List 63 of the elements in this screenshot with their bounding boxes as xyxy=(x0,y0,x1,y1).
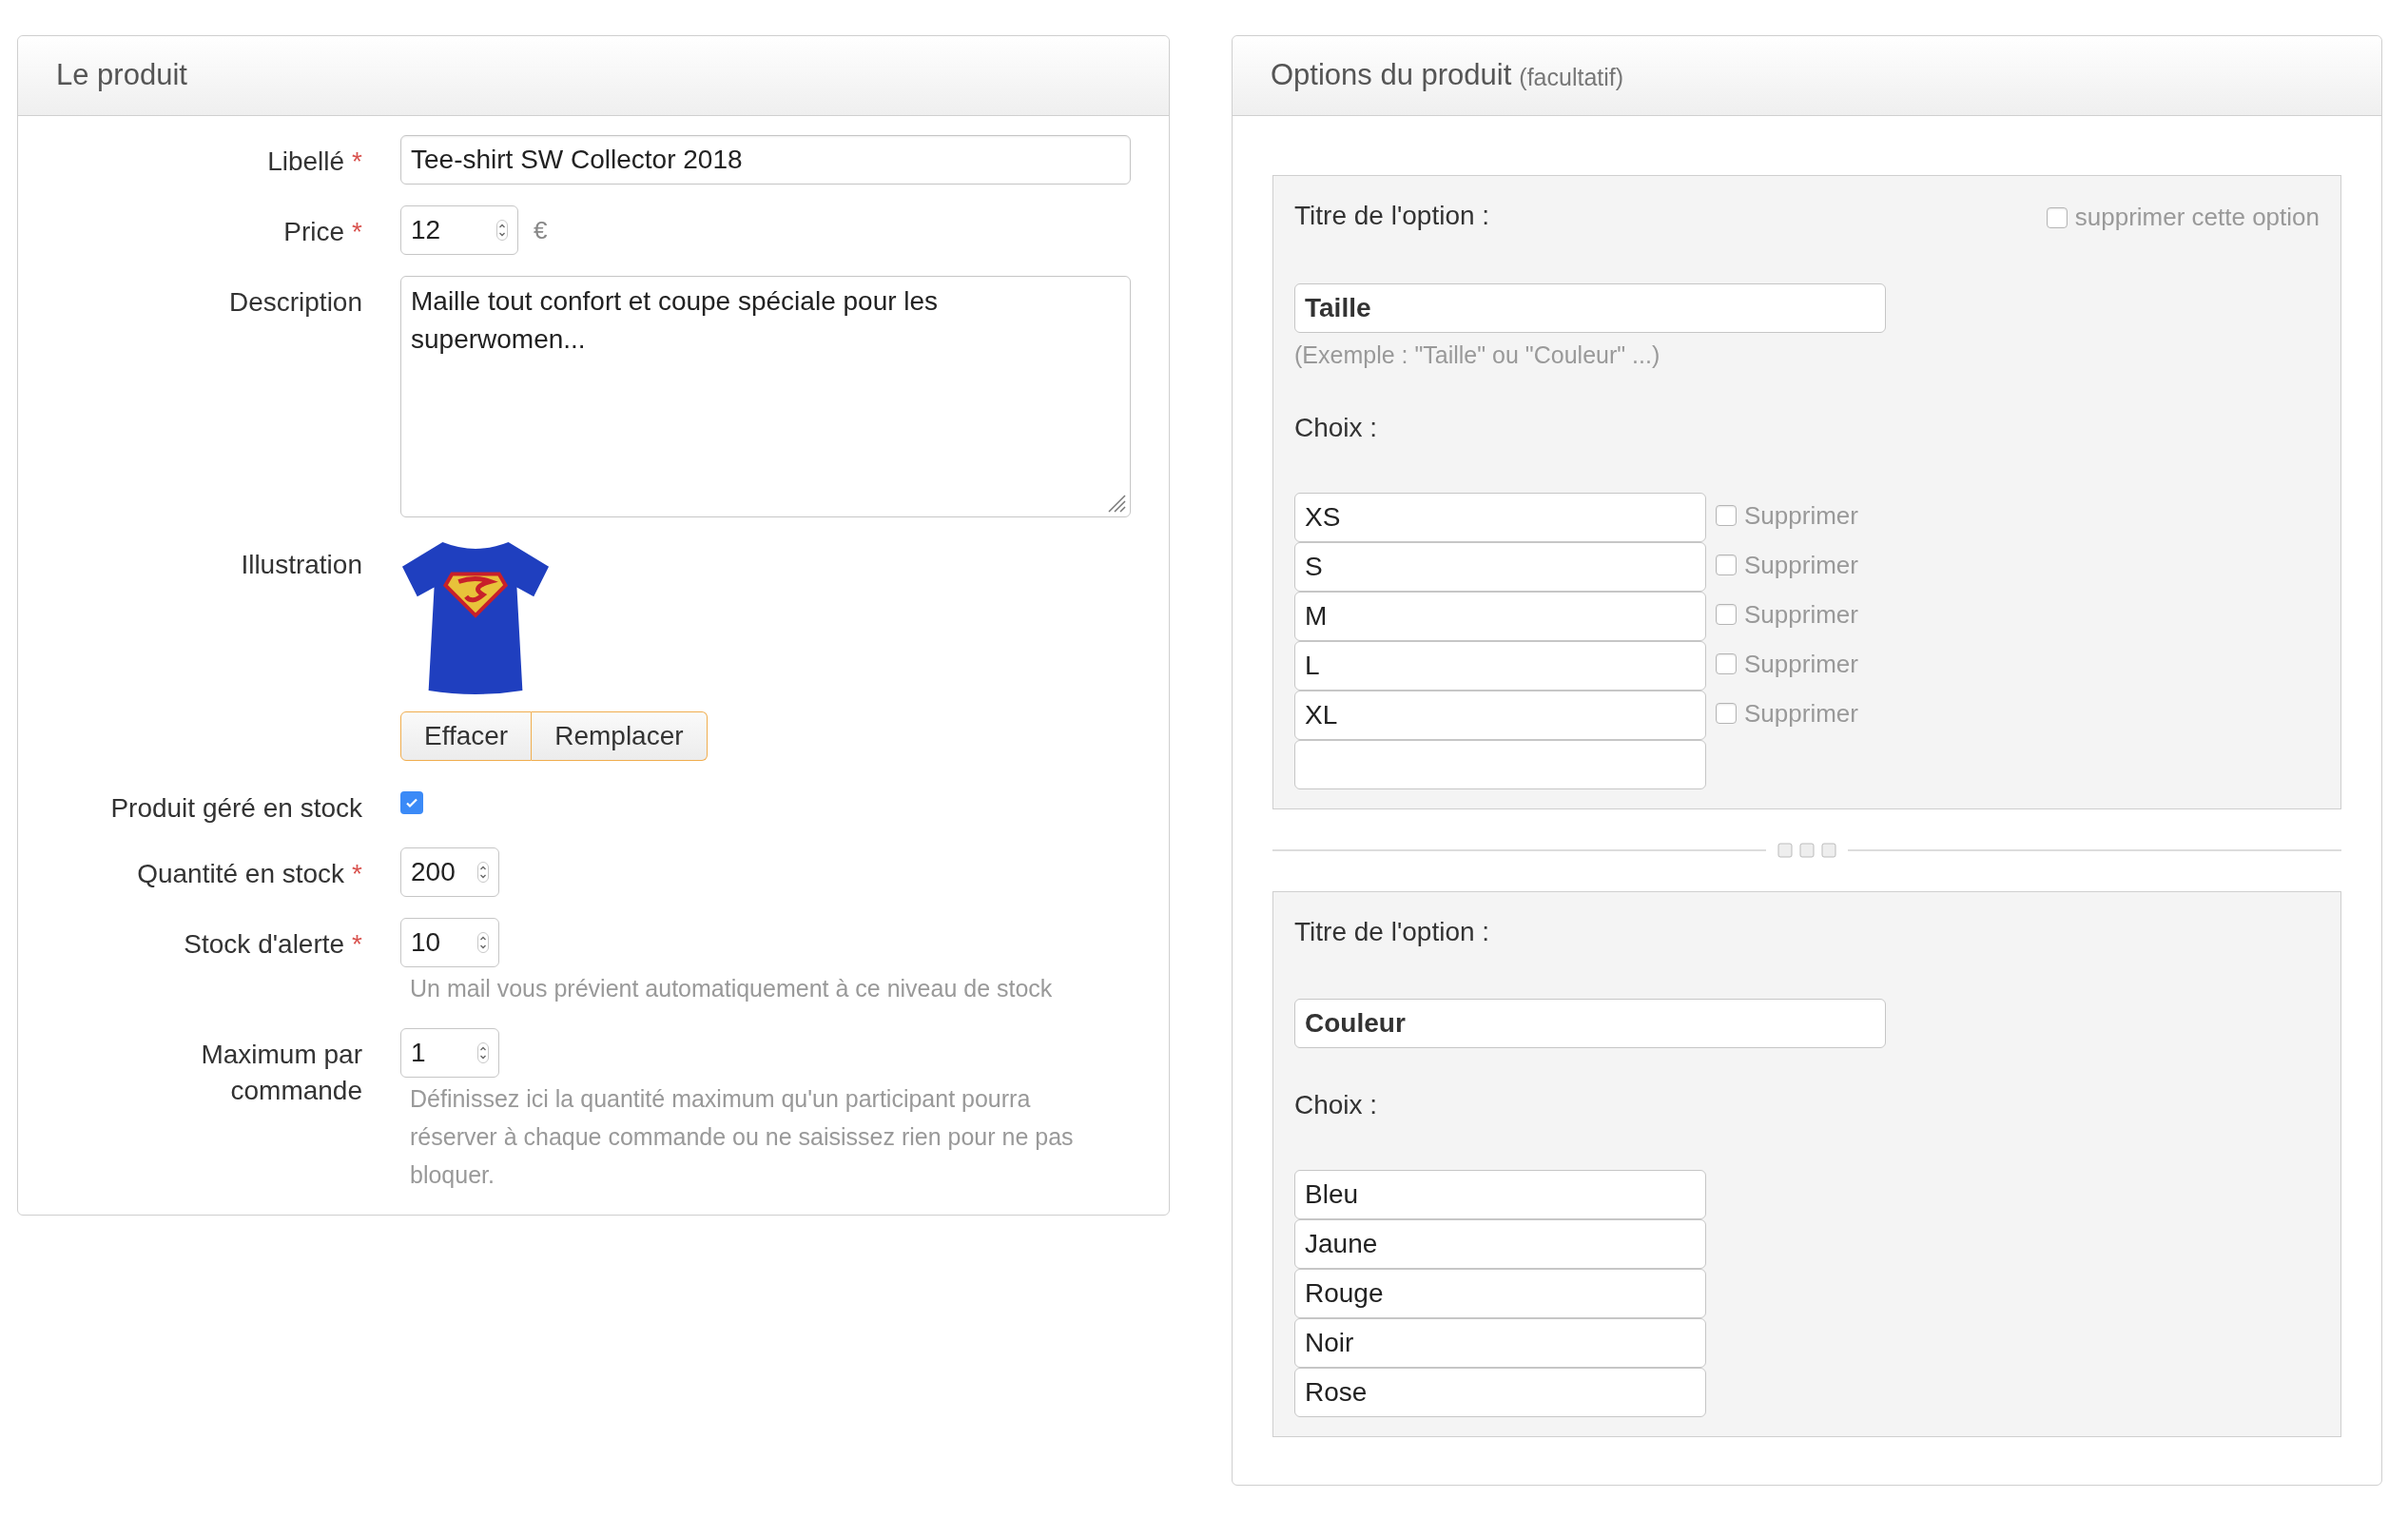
checkbox[interactable] xyxy=(2046,206,2068,228)
choice-field[interactable]: XS xyxy=(1294,493,1706,542)
option-title-field[interactable]: Taille xyxy=(1294,283,1886,333)
option-title-field[interactable]: Couleur xyxy=(1294,999,1886,1048)
image-action-button[interactable]: Effacer xyxy=(400,711,533,761)
resize-grip-icon[interactable] xyxy=(1107,494,1126,513)
delete-choice-label: Supprimer xyxy=(1744,648,1858,680)
choice-field[interactable]: Noir xyxy=(1294,1318,1706,1368)
number-field[interactable]: 1 xyxy=(400,1028,499,1078)
number-field[interactable]: 12 xyxy=(400,205,518,255)
spinner-icon[interactable] xyxy=(477,862,489,883)
choice-field[interactable]: Bleu xyxy=(1294,1170,1706,1219)
checkbox[interactable] xyxy=(1716,604,1737,625)
option-hint: (Exemple : "Taille" ou "Couleur" ...) xyxy=(1294,341,1661,370)
checkbox[interactable] xyxy=(400,791,423,814)
delete-choice-label: Supprimer xyxy=(1744,499,1858,532)
panel-title: Le produit xyxy=(56,57,187,94)
panel-title: Options du produit xyxy=(1271,57,1512,94)
checkbox[interactable] xyxy=(1716,703,1737,724)
choice-field[interactable]: Rose xyxy=(1294,1368,1706,1417)
choice-field[interactable]: M xyxy=(1294,592,1706,641)
spinner-icon[interactable] xyxy=(496,220,508,241)
field-label: Libellé xyxy=(266,146,345,178)
required-mark: * xyxy=(352,928,362,961)
checkbox[interactable] xyxy=(1716,653,1737,674)
text-field[interactable]: Tee-shirt SW Collector 2018 xyxy=(400,135,1131,185)
field-label: Price xyxy=(282,216,345,248)
checkbox[interactable] xyxy=(1716,505,1737,526)
field-label: Produit géré en stock xyxy=(109,792,362,825)
currency-unit: € xyxy=(534,214,548,246)
field-label: Description xyxy=(227,286,362,319)
choices-label: Choix : xyxy=(1294,1089,1379,1121)
option-title-label: Titre de l'option : xyxy=(1294,916,1490,948)
checkbox[interactable] xyxy=(1716,555,1737,575)
required-mark: * xyxy=(352,216,362,248)
spinner-icon[interactable] xyxy=(477,932,489,953)
field-label: Quantité en stock xyxy=(136,858,345,890)
choice-field[interactable] xyxy=(1294,740,1706,789)
choice-field[interactable]: XL xyxy=(1294,691,1706,740)
required-mark: * xyxy=(352,858,362,890)
number-field[interactable]: 10 xyxy=(400,918,499,967)
choice-field[interactable]: Jaune xyxy=(1294,1219,1706,1269)
choice-field[interactable]: L xyxy=(1294,641,1706,691)
drag-handle-icon[interactable] xyxy=(1777,843,1836,858)
field-label: Maximum par commande xyxy=(200,1039,362,1107)
image-action-button[interactable]: Remplacer xyxy=(532,711,708,761)
help-text: Un mail vous prévient automatiquement à ce niveau de stock xyxy=(409,974,1054,1003)
field-label: Illustration xyxy=(240,549,362,581)
choice-field[interactable]: S xyxy=(1294,542,1706,592)
delete-choice-label: Supprimer xyxy=(1744,598,1858,631)
choices-label: Choix : xyxy=(1294,412,1379,444)
spinner-icon[interactable] xyxy=(477,1042,489,1063)
number-field[interactable]: 200 xyxy=(400,847,499,897)
delete-choice-label: Supprimer xyxy=(1744,697,1858,730)
option-title-label: Titre de l'option : xyxy=(1294,200,1490,232)
field-label: Stock d'alerte xyxy=(183,928,345,961)
choice-field[interactable]: Rouge xyxy=(1294,1269,1706,1318)
description-textarea[interactable]: Maille tout confort et coupe spéciale pour les superwomen... xyxy=(400,276,1131,517)
delete-choice-label: Supprimer xyxy=(1744,549,1858,581)
delete-option-label: supprimer cette option xyxy=(2074,202,2320,233)
required-mark: * xyxy=(352,146,362,178)
help-text: Définissez ici la quantité maximum qu'un participant pourra réserver à chaque commande ou ne saisissez rien pour ne pas bloquer. xyxy=(409,1084,1075,1190)
panel-subtitle: (facultatif) xyxy=(1519,62,1624,92)
